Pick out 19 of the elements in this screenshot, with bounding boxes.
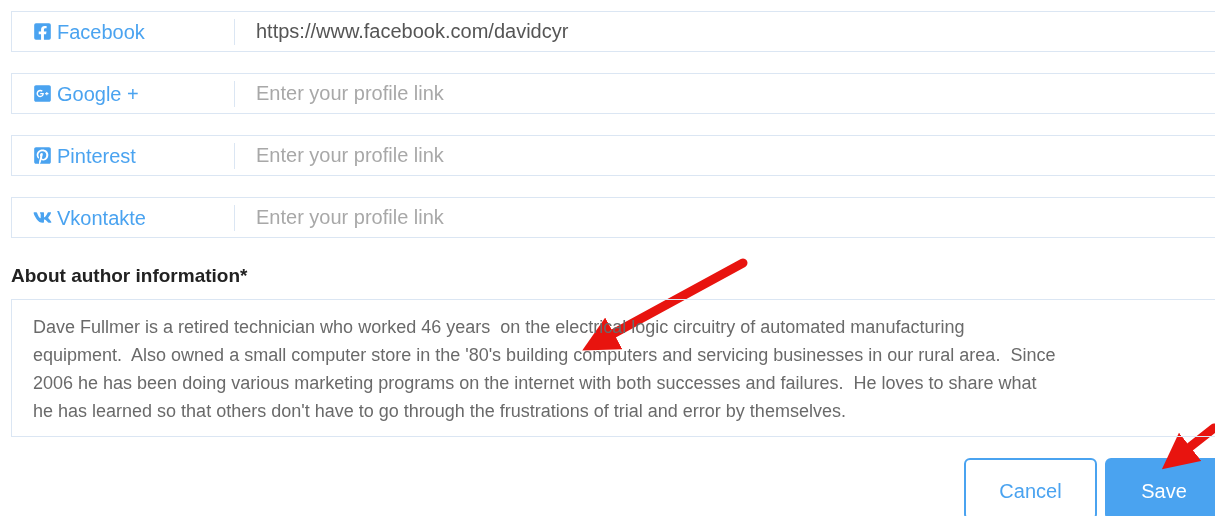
profile-link-input[interactable]: https://www.facebook.com/davidcyr [256, 12, 1215, 51]
profile-link-input[interactable]: Enter your profile link [256, 74, 1215, 113]
google-plus-icon [33, 84, 52, 103]
field-label: Vkontakte [57, 205, 146, 231]
cancel-button[interactable]: Cancel [964, 457, 1097, 516]
field-label: Google + [57, 81, 139, 107]
save-button[interactable]: Save [1105, 457, 1215, 516]
section-heading: About author information* [11, 264, 249, 288]
pinterest-icon [33, 146, 52, 165]
arrow-annotation [1161, 423, 1215, 470]
profile-link-input[interactable]: Enter your profile link [256, 198, 1215, 237]
profile-link-field[interactable]: Pinterest Enter your profile link [11, 135, 1215, 176]
field-label: Pinterest [57, 143, 136, 169]
profile-link-field[interactable]: Facebook https://www.facebook.com/davidcyr [11, 11, 1215, 52]
profile-link-input[interactable]: Enter your profile link [256, 136, 1215, 175]
profile-link-field[interactable]: Google + Enter your profile link [11, 73, 1215, 114]
facebook-icon [33, 22, 52, 41]
field-label: Facebook [57, 19, 145, 45]
profile-link-field[interactable]: Vkontakte Enter your profile link [11, 197, 1215, 238]
